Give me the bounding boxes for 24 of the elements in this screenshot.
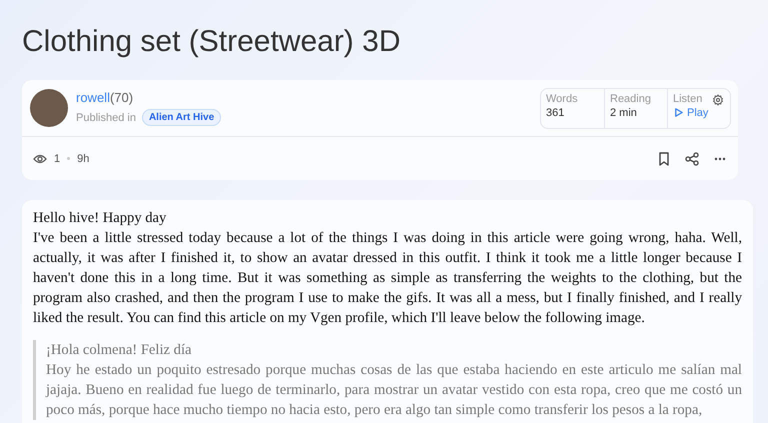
post-title: Clothing set (Streetwear) 3D: [22, 24, 400, 60]
quote-paragraph: Hoy he estado un poquito estresado porque muchas cosas de las que estaba haciendo en este articulo me salían mal jajaja. Bueno en realidad fue luego de terminarlo, para mostrar un avatar vestido con esta ropa, creo que me costó un poco más, porque hace mucho tiempo no hacia esto, pero era algo tan simple como transferir los pesos a la ropa,: [46, 361, 742, 420]
settings-icon[interactable]: [712, 94, 724, 106]
post-age: 9h: [77, 152, 90, 164]
avatar-circle: [30, 89, 68, 127]
more-icon[interactable]: [714, 156, 726, 160]
bookmark-icon[interactable]: [658, 152, 670, 166]
view-count: 1: [54, 152, 60, 164]
author-link[interactable]: rowell: [76, 90, 110, 105]
community-tag[interactable]: Alien Art Hive: [142, 109, 222, 126]
author-reputation: (70): [110, 90, 134, 105]
stat-label: Reading: [610, 92, 651, 104]
eye-icon: [33, 154, 47, 164]
share-icon[interactable]: [685, 152, 699, 166]
published-label: Published in: [76, 112, 136, 124]
stat-label: Words: [546, 92, 578, 104]
quote-greeting: ¡Hola colmena! Feliz día: [46, 341, 192, 360]
article-paragraph: I've been a little stressed today because a lot of the things I was doing in this article were going wrong, haha. Well, actually, it was after I finished it, to show an avatar dressed in this outfit. I think it took me a little longer because I haven't done this in a long time. But it was something as simple as transferring the weights to the clothing, but the program also crashed, and then the program I use to make the gifs. It was all a mess, but I finally finished, and I really liked the result. You can find this article on my Vgen profile, which I'll leave below the following image.: [33, 229, 742, 328]
play-icon: [673, 107, 684, 118]
play-link[interactable]: Play: [673, 106, 725, 118]
stat-value: 361: [546, 106, 566, 118]
greeting-text: Hello hive! Happy day: [33, 209, 168, 228]
stat-label: Listen: [673, 92, 702, 104]
stat-value: 2 min: [610, 106, 638, 118]
